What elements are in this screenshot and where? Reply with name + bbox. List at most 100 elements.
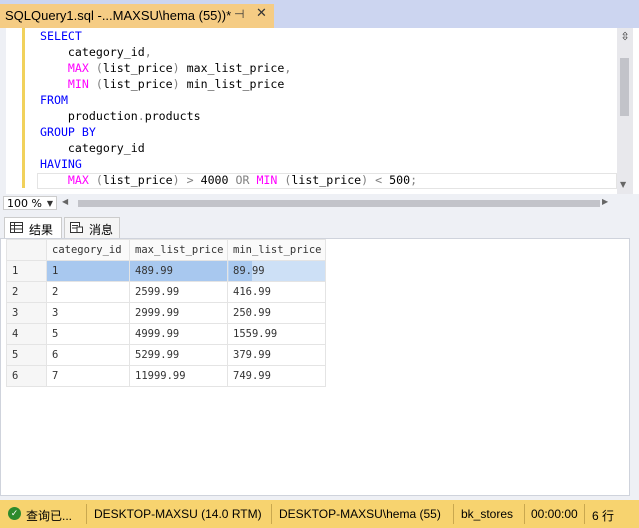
code-line[interactable]: production.products [40, 108, 201, 124]
chevron-down-icon: ▼ [46, 199, 53, 208]
code-token: list_price [102, 61, 173, 75]
row-number-header[interactable] [6, 239, 47, 261]
row-number[interactable]: 6 [6, 365, 47, 387]
table-cell[interactable]: 2 [46, 281, 130, 303]
grid-header-row: category_id max_list_price min_list_pric… [6, 239, 326, 261]
code-token: ( [88, 77, 103, 91]
split-editor-icon[interactable]: ⇳ [618, 30, 632, 44]
table-row[interactable]: 4 5 4999.99 1559.99 [6, 323, 326, 345]
table-cell[interactable]: 4999.99 [129, 323, 228, 345]
tab-results-label: 结果 [29, 223, 54, 237]
editor-gutter [0, 28, 6, 194]
code-token: ) [172, 61, 180, 75]
code-line[interactable]: SELECT [40, 28, 82, 44]
code-token: OR [228, 173, 257, 187]
table-cell[interactable]: 5 [46, 323, 130, 345]
table-cell[interactable]: 2999.99 [129, 302, 228, 324]
code-token: ( [277, 173, 292, 187]
results-tab-bar: 结果 消息 [0, 214, 639, 239]
code-token: SELECT [40, 29, 82, 43]
table-row[interactable]: 1 1 489.99 89.99 [6, 260, 326, 282]
scroll-left-icon[interactable]: ◀ [62, 197, 68, 206]
row-number[interactable]: 5 [6, 344, 47, 366]
tab-messages[interactable]: 消息 [64, 217, 120, 239]
table-cell[interactable]: 489.99 [129, 260, 228, 282]
results-grid-area: category_id max_list_price min_list_pric… [0, 238, 630, 496]
horizontal-scrollbar-thumb[interactable] [78, 200, 600, 207]
code-token: MIN [67, 77, 89, 91]
table-cell[interactable]: 5299.99 [129, 344, 228, 366]
status-bar: ✓ 查询已... DESKTOP-MAXSU (14.0 RTM) DESKTO… [0, 500, 639, 528]
editor-horizontal-scrollbar[interactable]: ◀ ▶ [62, 197, 612, 209]
code-line[interactable]: GROUP BY [40, 124, 96, 140]
code-line[interactable]: MIN (list_price) min_list_price [40, 76, 284, 92]
code-line[interactable]: MAX (list_price) max_list_price, [40, 60, 291, 76]
table-cell[interactable]: 7 [46, 365, 130, 387]
scroll-down-icon[interactable]: ▼ [620, 180, 626, 189]
database-name: bk_stores [461, 507, 514, 521]
code-token: ( [88, 173, 103, 187]
code-line[interactable]: HAVING [40, 156, 82, 172]
code-token: category_id [40, 141, 145, 155]
messages-icon [70, 222, 83, 233]
code-token: ) [172, 173, 180, 187]
code-token: 4000 [200, 173, 229, 187]
code-token: , [284, 61, 292, 75]
column-header[interactable]: min_list_price [227, 239, 326, 261]
code-token: < [368, 173, 390, 187]
row-number[interactable]: 2 [6, 281, 47, 303]
code-token: category_id [40, 45, 145, 59]
code-token: . [137, 109, 145, 123]
table-row[interactable]: 6 7 11999.99 749.99 [6, 365, 326, 387]
code-line[interactable]: MAX (list_price) > 4000 OR MIN (list_pri… [40, 172, 417, 188]
pin-icon[interactable]: ⊣ [234, 7, 244, 21]
code-line[interactable]: category_id [40, 140, 145, 156]
code-line[interactable]: FROM [40, 92, 68, 108]
status-divider [584, 504, 585, 524]
table-row[interactable]: 3 3 2999.99 250.99 [6, 302, 326, 324]
table-cell[interactable]: 416.99 [227, 281, 326, 303]
query-tab[interactable]: SQLQuery1.sql -...MAXSU\hema (55))* ⊣ ✕ [0, 4, 274, 28]
results-grid[interactable]: category_id max_list_price min_list_pric… [6, 239, 326, 387]
table-cell[interactable]: 250.99 [227, 302, 326, 324]
table-cell[interactable]: 379.99 [227, 344, 326, 366]
table-cell[interactable]: 3 [46, 302, 130, 324]
grid-icon [10, 222, 23, 233]
code-token: list_price [102, 173, 173, 187]
change-tracking-bar [22, 28, 25, 188]
scrollbar-thumb[interactable] [620, 58, 629, 116]
editor-vertical-scrollbar[interactable]: ▼ [617, 28, 633, 194]
row-number[interactable]: 4 [6, 323, 47, 345]
table-cell[interactable]: 2599.99 [129, 281, 228, 303]
close-icon[interactable]: ✕ [256, 6, 267, 21]
row-number[interactable]: 3 [6, 302, 47, 324]
code-token: MIN [256, 173, 278, 187]
column-header[interactable]: category_id [46, 239, 130, 261]
table-cell[interactable]: 749.99 [227, 365, 326, 387]
status-divider [524, 504, 525, 524]
zoom-value: 100 % [7, 197, 42, 210]
document-tab-bar: SQLQuery1.sql -...MAXSU\hema (55))* ⊣ ✕ [0, 0, 639, 28]
tab-results[interactable]: 结果 [4, 217, 62, 239]
table-cell[interactable]: 6 [46, 344, 130, 366]
query-editor[interactable]: SELECT category_id, MAX (list_price) max… [0, 28, 639, 194]
status-divider [86, 504, 87, 524]
row-number[interactable]: 1 [6, 260, 47, 282]
table-cell[interactable]: 1 [46, 260, 130, 282]
table-cell[interactable]: 11999.99 [129, 365, 228, 387]
zoom-dropdown[interactable]: 100 % ▼ [3, 196, 57, 210]
status-divider [271, 504, 272, 524]
table-row[interactable]: 5 6 5299.99 379.99 [6, 344, 326, 366]
code-token: products [144, 109, 201, 123]
table-cell[interactable]: 89.99 [227, 260, 326, 282]
code-line[interactable]: category_id, [40, 44, 152, 60]
scroll-right-icon[interactable]: ▶ [602, 197, 608, 206]
check-icon: ✓ [8, 507, 21, 520]
table-row[interactable]: 2 2 2599.99 416.99 [6, 281, 326, 303]
column-header[interactable]: max_list_price [129, 239, 228, 261]
code-token: MAX [67, 173, 89, 187]
code-token: list_price [291, 173, 362, 187]
table-cell[interactable]: 1559.99 [227, 323, 326, 345]
code-token: , [144, 45, 152, 59]
